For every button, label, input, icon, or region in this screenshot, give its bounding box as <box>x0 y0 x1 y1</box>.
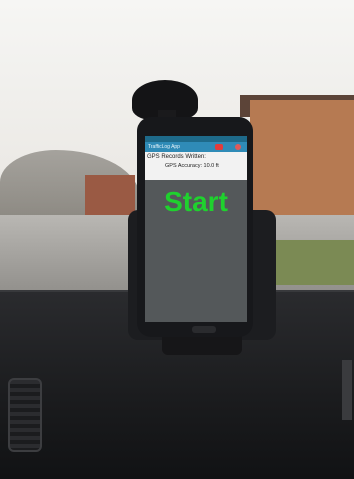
gps-info-panel: GPS Records Written: GPS Accuracy: 10.0 … <box>145 152 247 180</box>
start-button[interactable]: Start <box>145 186 247 218</box>
phone-screen: TrafficLog App GPS Records Written: GPS … <box>145 136 247 322</box>
home-button <box>192 326 216 333</box>
record-icon[interactable] <box>215 144 223 150</box>
air-vent-left <box>8 378 42 452</box>
gps-accuracy-label: GPS Accuracy: 10.0 ft <box>165 163 219 169</box>
app-bar: TrafficLog App <box>145 142 247 152</box>
menu-icon[interactable] <box>235 144 241 150</box>
app-title: TrafficLog App <box>148 144 180 150</box>
air-vent-right <box>342 360 352 420</box>
building-right <box>250 100 354 220</box>
gps-records-label: GPS Records Written: <box>147 154 206 160</box>
car-phone-photo: TrafficLog App GPS Records Written: GPS … <box>0 0 354 479</box>
house-left <box>85 175 135 220</box>
